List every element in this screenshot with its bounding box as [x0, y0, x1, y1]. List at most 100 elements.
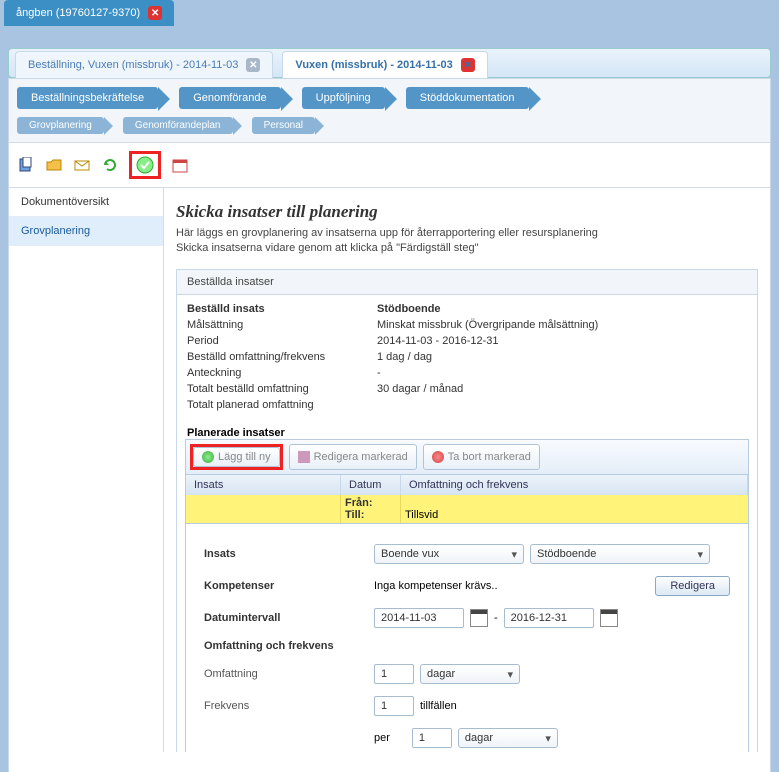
from-label: Från:	[345, 497, 373, 509]
page-title: Skicka insatser till planering	[176, 202, 758, 222]
page-subtitle: Här läggs en grovplanering av insatserna…	[176, 226, 758, 257]
input-omf-n[interactable]: 1	[374, 664, 414, 684]
k-mals: Målsättning	[187, 319, 377, 331]
calendar-icon[interactable]	[470, 609, 488, 627]
dash: -	[494, 612, 498, 624]
highlight-box-toolbar	[129, 151, 161, 179]
nav-top-row: Beställningsbekräftelse Genomförande Upp…	[9, 79, 770, 113]
v-totp	[377, 399, 747, 411]
k-period: Period	[187, 335, 377, 347]
lbl-frek: Frekvens	[204, 700, 374, 712]
main-panel: Skicka insatser till planering Här läggs…	[164, 188, 770, 752]
form-area: Insats Boende vux Stödboende Kompetenser…	[185, 524, 749, 752]
close-icon[interactable]: ✕	[148, 6, 162, 20]
val-komp: Inga kompetenser krävs..	[374, 580, 649, 592]
doc-tab-vuxen[interactable]: Vuxen (missbruk) - 2014-11-03 ✕	[282, 51, 487, 78]
ordered-header: Beställda insatser	[177, 270, 757, 295]
grid-edit-row: Från: Till: Tillsvid	[185, 495, 749, 524]
ordered-box: Beställda insatser Beställd insatsStödbo…	[176, 269, 758, 752]
grid-toolbar: Lägg till ny Redigera markerad Ta bort m…	[185, 439, 749, 475]
window-tab[interactable]: ångben (19760127-9370) ✕	[4, 0, 174, 26]
body-split: Dokumentöversikt Grovplanering Skicka in…	[9, 188, 770, 752]
planned-header: Planerade insatser	[177, 419, 757, 439]
refresh-icon[interactable]	[101, 156, 119, 174]
nav-bestallning[interactable]: Beställningsbekräftelse	[17, 87, 158, 109]
txt-per: per	[374, 732, 390, 744]
document-tab-bar: Beställning, Vuxen (missbruk) - 2014-11-…	[8, 48, 771, 78]
cell-datum: Från: Till:	[341, 495, 401, 523]
nav-genomforande[interactable]: Genomförande	[179, 87, 280, 109]
close-icon[interactable]: ✕	[461, 58, 475, 72]
left-item-overview[interactable]: Dokumentöversikt	[9, 188, 163, 217]
edit-button-label: Redigera markerad	[314, 451, 408, 463]
dd-omf-unit[interactable]: dagar	[420, 664, 520, 684]
grid-header-row: Insats Datum Omfattning och frekvens	[185, 475, 749, 495]
delete-button[interactable]: Ta bort markerad	[423, 444, 540, 470]
till-value: Tillsvid	[405, 509, 744, 521]
plus-icon	[202, 451, 214, 463]
close-icon[interactable]: ✕	[246, 58, 260, 72]
lbl-omffr: Omfattning och frekvens	[204, 640, 374, 652]
nav-personal[interactable]: Personal	[252, 117, 315, 134]
minus-icon	[432, 451, 444, 463]
col-omf[interactable]: Omfattning och frekvens	[401, 475, 748, 495]
cell-omf: Tillsvid	[401, 495, 748, 523]
cell-insats	[186, 495, 341, 523]
left-item-grov[interactable]: Grovplanering	[9, 217, 163, 246]
doc-tab-order[interactable]: Beställning, Vuxen (missbruk) - 2014-11-…	[15, 51, 273, 78]
lbl-komp: Kompetenser	[204, 580, 374, 592]
doc-icon[interactable]	[17, 156, 35, 174]
nav-stoddok[interactable]: Stöddokumentation	[406, 87, 529, 109]
doc-tab-label: Vuxen (missbruk) - 2014-11-03	[295, 59, 452, 71]
v-anteck: -	[377, 367, 747, 379]
till-label: Till:	[345, 509, 364, 521]
toolbar	[9, 143, 770, 188]
k-omf: Beställd omfattning/frekvens	[187, 351, 377, 363]
add-button[interactable]: Lägg till ny	[193, 447, 280, 467]
nav-grov[interactable]: Grovplanering	[17, 117, 104, 134]
lbl-omf: Omfattning	[204, 668, 374, 680]
page-sub-line2: Skicka insatserna vidare genom att klick…	[176, 242, 479, 254]
lbl-insats: Insats	[204, 548, 374, 560]
dd-insats-cat[interactable]: Boende vux	[374, 544, 524, 564]
content-area: Beställningsbekräftelse Genomförande Upp…	[8, 78, 771, 772]
edit-icon	[298, 451, 310, 463]
nav-uppfoljning[interactable]: Uppföljning	[302, 87, 385, 109]
col-insats[interactable]: Insats	[186, 475, 341, 495]
nav-sub-row: Grovplanering Genomförandeplan Personal	[9, 113, 770, 143]
delete-button-label: Ta bort markerad	[448, 451, 531, 463]
check-icon[interactable]	[136, 156, 154, 174]
dd-per-unit[interactable]: dagar	[458, 728, 558, 748]
mail-icon[interactable]	[73, 156, 91, 174]
dd-insats-type[interactable]: Stödboende	[530, 544, 710, 564]
window-tab-title: ångben (19760127-9370)	[16, 7, 140, 19]
k-totb: Totalt beställd omfattning	[187, 383, 377, 395]
calendar-icon[interactable]	[171, 156, 189, 174]
add-button-label: Lägg till ny	[218, 451, 271, 463]
edit-button[interactable]: Redigera markerad	[289, 444, 417, 470]
k-anteck: Anteckning	[187, 367, 377, 379]
input-date-from[interactable]: 2014-11-03	[374, 608, 464, 628]
v-bestalld: Stödboende	[377, 303, 747, 315]
input-date-to[interactable]: 2016-12-31	[504, 608, 594, 628]
col-datum[interactable]: Datum	[341, 475, 401, 495]
input-per-n[interactable]: 1	[412, 728, 452, 748]
lbl-datum: Datumintervall	[204, 612, 374, 624]
left-nav: Dokumentöversikt Grovplanering	[9, 188, 164, 752]
input-frek-n[interactable]: 1	[374, 696, 414, 716]
doc-tab-label: Beställning, Vuxen (missbruk) - 2014-11-…	[28, 59, 238, 71]
v-mals: Minskat missbruk (Övergripande målsättni…	[377, 319, 747, 331]
calendar-icon[interactable]	[600, 609, 618, 627]
v-totb: 30 dagar / månad	[377, 383, 747, 395]
nav-genomplan[interactable]: Genomförandeplan	[123, 117, 233, 134]
page-sub-line1: Här läggs en grovplanering av insatserna…	[176, 227, 598, 239]
folder-icon[interactable]	[45, 156, 63, 174]
k-totp: Totalt planerad omfattning	[187, 399, 377, 411]
edit-komp-button[interactable]: Redigera	[655, 576, 730, 596]
v-period: 2014-11-03 - 2016-12-31	[377, 335, 747, 347]
txt-tillf: tillfällen	[420, 700, 457, 712]
v-omf: 1 dag / dag	[377, 351, 747, 363]
ordered-body: Beställd insatsStödboende MålsättningMin…	[177, 295, 757, 419]
highlight-box-add: Lägg till ny	[190, 444, 283, 470]
k-bestalld: Beställd insats	[187, 303, 377, 315]
